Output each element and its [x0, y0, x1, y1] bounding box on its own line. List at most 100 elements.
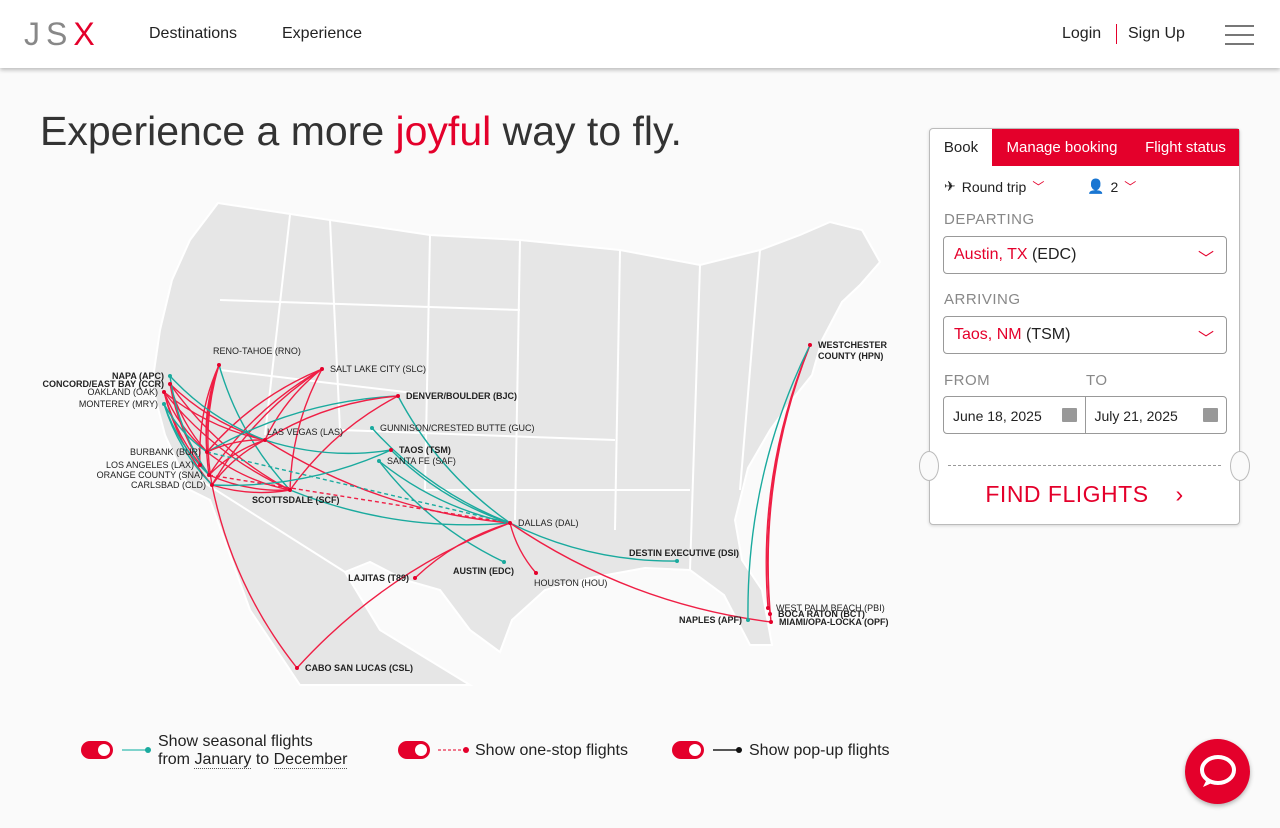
to-text: to [251, 751, 274, 768]
nav-destinations[interactable]: Destinations [149, 25, 237, 43]
city-dot-pbi[interactable] [766, 606, 770, 610]
city-label-sna[interactable]: ORANGE COUNTY (SNA) [97, 470, 203, 480]
city-label-las[interactable]: LAS VEGAS (LAS) [267, 427, 343, 437]
tab-book[interactable]: Book [930, 129, 992, 166]
pop-up-toggle[interactable] [672, 741, 704, 759]
ticket-notch [919, 451, 939, 481]
city-label-apf[interactable]: NAPLES (APF) [679, 615, 742, 625]
city-dot-dsi[interactable] [675, 559, 679, 563]
city-dot-mry[interactable] [162, 402, 166, 406]
to-date: July 21, 2025 [1094, 408, 1178, 424]
city-label-hpn[interactable]: WESTCHESTER [818, 340, 888, 350]
passenger-count: 2 [1110, 178, 1119, 195]
hero-title: Experience a more joyful way to fly. [40, 108, 682, 155]
from-date: June 18, 2025 [953, 408, 1042, 424]
find-flights-button[interactable]: FIND FLIGHTS › [930, 481, 1239, 508]
departing-code: (EDC) [1031, 246, 1077, 263]
city-label-mry[interactable]: MONTEREY (MRY) [79, 399, 158, 409]
city-label-dal[interactable]: DALLAS (DAL) [518, 518, 579, 528]
city-dot-rno[interactable] [217, 363, 221, 367]
city-dot-ccr[interactable] [168, 382, 172, 386]
one-stop-line-icon [438, 747, 469, 753]
departing-label: DEPARTING [944, 211, 1035, 228]
city-label-saf[interactable]: SANTA FE (SAF) [387, 456, 456, 466]
arriving-city: Taos, NM [954, 326, 1022, 343]
calendar-icon[interactable] [1061, 408, 1077, 422]
city-label-opf[interactable]: MIAMI/OPA-LOCKA (OPF) [779, 617, 889, 627]
city-label-bjc[interactable]: DENVER/BOULDER (BJC) [406, 391, 517, 401]
nav-experience[interactable]: Experience [282, 25, 362, 43]
calendar-icon[interactable] [1203, 408, 1218, 422]
to-label: TO [1086, 372, 1108, 389]
tab-flight-status[interactable]: Flight status [1132, 129, 1239, 166]
city-label-lax[interactable]: LOS ANGELES (LAX) [106, 460, 194, 470]
city-dot-hpn[interactable] [808, 343, 812, 347]
chevron-down-icon: ﹀ [1032, 180, 1045, 194]
city-label-scf[interactable]: SCOTTSDALE (SCF) [252, 495, 340, 505]
trip-type-value: Round trip [961, 178, 1027, 195]
city-label-t89[interactable]: LAJITAS (T89) [348, 573, 409, 583]
city-dot-scf[interactable] [288, 488, 292, 492]
find-flights-label: FIND FLIGHTS [985, 481, 1149, 507]
city-label-rno[interactable]: RENO-TAHOE (RNO) [213, 346, 301, 356]
season-end-select[interactable]: December [273, 751, 348, 769]
city-label-tsm[interactable]: TAOS (TSM) [399, 445, 451, 455]
city-dot-csl[interactable] [295, 666, 299, 670]
city-label-hou[interactable]: HOUSTON (HOU) [534, 578, 607, 588]
city-dot-bur[interactable] [205, 450, 209, 454]
route-map: RENO-TAHOE (RNO)SALT LAKE CITY (SLC)NAPA… [42, 201, 889, 686]
arriving-select[interactable]: Taos, NM (TSM) ﹀ [943, 316, 1227, 354]
jsx-logo[interactable]: JSX [24, 16, 101, 53]
city-dot-las[interactable] [263, 438, 267, 442]
city-dot-hou[interactable] [534, 571, 538, 575]
one-stop-toggle[interactable] [398, 741, 430, 759]
season-start-select[interactable]: January [194, 751, 252, 769]
hero-post: way to fly. [491, 108, 682, 154]
city-label-dsi[interactable]: DESTIN EXECUTIVE (DSI) [629, 548, 739, 558]
hero-accent: joyful [395, 108, 492, 154]
chat-button[interactable] [1185, 739, 1250, 804]
city-label-slc[interactable]: SALT LAKE CITY (SLC) [330, 364, 426, 374]
city-dot-cld[interactable] [210, 483, 214, 487]
trip-type-select[interactable]: ✈ Round trip ﹀ [944, 178, 1044, 195]
pop-up-line-icon [713, 747, 742, 753]
city-dot-guc[interactable] [370, 426, 374, 430]
seasonal-toggle[interactable] [81, 741, 113, 759]
signup-link[interactable]: Sign Up [1128, 25, 1185, 43]
city-label-hpn[interactable]: COUNTY (HPN) [818, 351, 883, 361]
city-dot-t89[interactable] [413, 576, 417, 580]
city-label-edc[interactable]: AUSTIN (EDC) [453, 566, 514, 576]
city-dot-opf[interactable] [769, 620, 773, 624]
to-date-input[interactable]: July 21, 2025 [1084, 397, 1227, 433]
city-dot-bct[interactable] [768, 612, 772, 616]
passenger-select[interactable]: 👤 2 ﹀ [1087, 178, 1136, 195]
city-dot-lax[interactable] [198, 463, 202, 467]
city-label-guc[interactable]: GUNNISON/CRESTED BUTTE (GUC) [380, 423, 535, 433]
city-label-oak[interactable]: OAKLAND (OAK) [87, 387, 158, 397]
city-label-bur[interactable]: BURBANK (BUR) [130, 447, 201, 457]
departing-select[interactable]: Austin, TX (EDC) ﹀ [943, 236, 1227, 274]
from-date-input[interactable]: June 18, 2025 [944, 397, 1085, 433]
ticket-divider [948, 465, 1221, 466]
city-dot-tsm[interactable] [389, 448, 393, 452]
city-dot-slc[interactable] [320, 367, 324, 371]
city-dot-apf[interactable] [746, 618, 750, 622]
login-link[interactable]: Login [1062, 25, 1101, 43]
city-dot-saf[interactable] [377, 459, 381, 463]
city-dot-apc[interactable] [168, 374, 172, 378]
city-dot-sna[interactable] [207, 473, 211, 477]
chevron-down-icon: ﹀ [1197, 251, 1214, 268]
ticket-notch [1230, 451, 1250, 481]
pop-up-label: Show pop-up flights [749, 742, 890, 759]
arriving-code: (TSM) [1026, 326, 1071, 343]
hamburger-menu-icon[interactable] [1225, 25, 1254, 52]
divider [1116, 24, 1117, 44]
city-dot-dal[interactable] [508, 521, 512, 525]
city-label-csl[interactable]: CABO SAN LUCAS (CSL) [305, 663, 413, 673]
tab-manage-booking[interactable]: Manage booking [992, 129, 1132, 166]
city-dot-oak[interactable] [162, 390, 166, 394]
city-dot-edc[interactable] [502, 560, 506, 564]
city-dot-bjc[interactable] [396, 394, 400, 398]
from-label: FROM [944, 372, 991, 389]
city-label-cld[interactable]: CARLSBAD (CLD) [131, 480, 206, 490]
